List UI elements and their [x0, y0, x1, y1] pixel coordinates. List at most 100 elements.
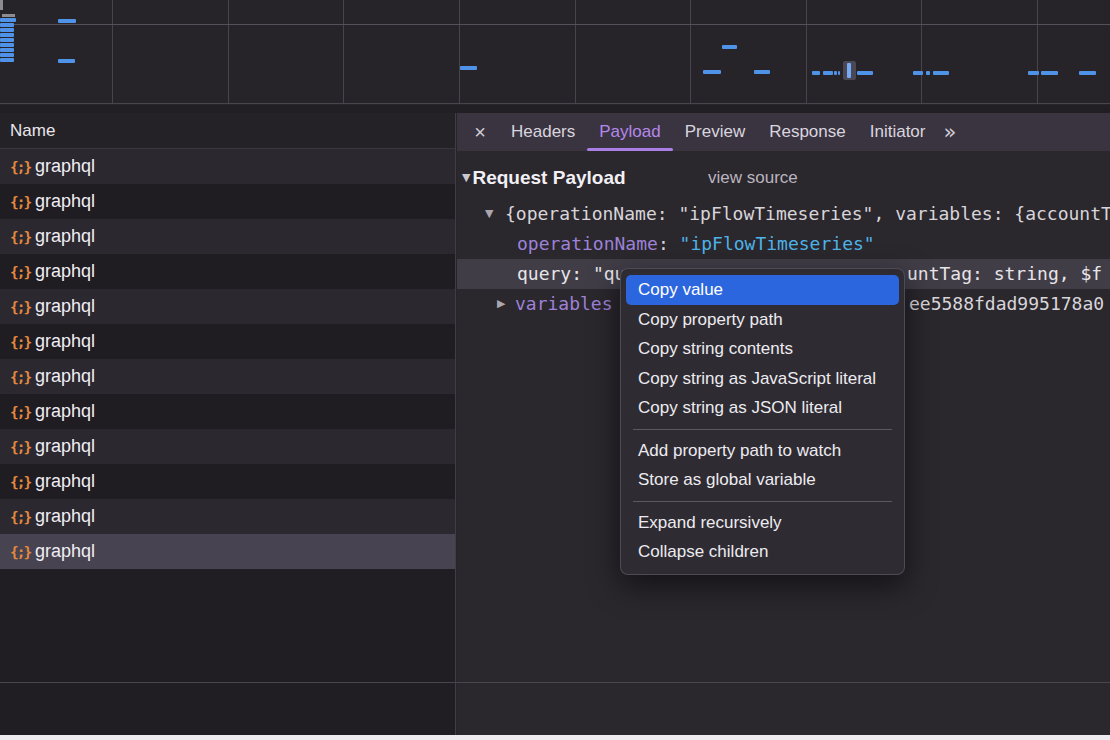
more-tabs-icon[interactable]: »: [943, 120, 956, 144]
request-row[interactable]: {;}graphql: [0, 464, 455, 499]
menu-item[interactable]: Store as global variable: [621, 465, 904, 495]
grid-line: [806, 0, 807, 103]
request-row[interactable]: {;} graphql: [0, 219, 455, 254]
grid-line: [0, 24, 1110, 25]
json-file-icon: {;}: [10, 159, 28, 175]
menu-item[interactable]: Copy value: [626, 275, 899, 305]
request-timing-bar: [58, 19, 76, 23]
request-timing-bar: [0, 18, 16, 22]
json-file-icon: {;}: [10, 439, 28, 455]
json-file-icon: {;}: [10, 369, 28, 385]
menu-item[interactable]: Add property path to watch: [621, 436, 904, 466]
section-collapse-icon[interactable]: ▼: [462, 171, 470, 184]
menu-item[interactable]: Copy string as JSON literal: [621, 393, 904, 423]
name-column-header[interactable]: Name: [0, 113, 455, 149]
tabs: HeadersPayloadPreviewResponseInitiator: [499, 113, 937, 151]
request-timing-bar: [823, 71, 833, 75]
json-file-icon: {;}: [10, 264, 28, 280]
request-name: graphql: [35, 156, 95, 177]
request-timing-bar: [812, 71, 820, 75]
details-tab-bar: × HeadersPayloadPreviewResponseInitiator…: [457, 113, 1110, 151]
request-timing-bar: [0, 28, 14, 32]
request-name: graphql: [35, 226, 95, 247]
json-file-icon: {;}: [10, 299, 28, 315]
request-row[interactable]: {;} graphql: [0, 289, 455, 324]
view-source-link[interactable]: view source: [708, 168, 798, 188]
request-timing-bar: [913, 71, 923, 75]
request-name: graphql: [35, 401, 95, 422]
request-row[interactable]: {;} graphql: [0, 324, 455, 359]
grid-line: [1037, 0, 1038, 103]
tab-preview[interactable]: Preview: [673, 113, 757, 151]
expand-triangle-icon[interactable]: ▶: [497, 289, 505, 319]
request-timing-bar: [0, 48, 14, 52]
tab-initiator[interactable]: Initiator: [858, 113, 938, 151]
request-name: graphql: [35, 506, 95, 527]
request-timing-bar: [460, 66, 477, 70]
request-row[interactable]: {;} graphql: [0, 359, 455, 394]
tab-payload[interactable]: Payload: [587, 113, 672, 151]
request-timing-bar: [0, 38, 14, 42]
request-timing-bar: [0, 0, 3, 10]
request-timing-bar: [933, 71, 949, 75]
json-file-icon: {;}: [10, 194, 28, 210]
expand-triangle-icon[interactable]: ▼: [485, 199, 493, 229]
request-name: graphql: [35, 436, 95, 457]
menu-separator: [633, 501, 892, 502]
request-name: graphql: [35, 471, 95, 492]
menu-item[interactable]: Copy property path: [621, 305, 904, 335]
menu-item[interactable]: Expand recursively: [621, 508, 904, 538]
request-row[interactable]: {;} graphql: [0, 149, 455, 184]
json-file-icon: {;}: [10, 544, 28, 560]
request-row[interactable]: {;} graphql: [0, 429, 455, 464]
property-value-right: ee5588fdad995178a0: [909, 289, 1104, 319]
network-overview-timeline[interactable]: [0, 0, 1110, 104]
request-name: graphql: [35, 366, 95, 387]
request-timing-bar: [0, 53, 14, 57]
request-timing-bar: [1079, 71, 1096, 75]
request-row[interactable]: {;} graphql: [0, 254, 455, 289]
request-timing-bar: [838, 71, 840, 75]
context-menu: Copy valueCopy property pathCopy string …: [620, 268, 905, 575]
request-name: graphql: [35, 296, 95, 317]
grid-line: [690, 0, 691, 103]
menu-item[interactable]: Copy string contents: [621, 334, 904, 364]
request-name: graphql: [35, 261, 95, 282]
menu-separator: [633, 429, 892, 430]
request-timing-bar: [857, 71, 873, 75]
grid-line: [228, 0, 229, 103]
request-row[interactable]: {;}graphql: [0, 184, 455, 219]
payload-row-operation-name[interactable]: operationName: "ipFlowTimeseries": [457, 229, 1110, 259]
request-row[interactable]: {;} graphql: [0, 499, 455, 534]
json-file-icon: {;}: [10, 229, 28, 245]
request-name: graphql: [35, 331, 95, 352]
json-file-icon: {;}: [10, 509, 28, 525]
request-row[interactable]: {;} graphql: [0, 394, 455, 429]
request-timing-bar: [834, 71, 837, 75]
request-timing-bar: [0, 43, 14, 47]
selected-request-tick: [847, 63, 851, 78]
request-timing-bar: [0, 23, 14, 27]
json-file-icon: {;}: [10, 404, 28, 420]
close-icon[interactable]: ×: [471, 114, 489, 150]
grid-line: [459, 0, 460, 103]
section-title: Request Payload: [472, 167, 625, 189]
request-timing-bar: [0, 58, 14, 62]
payload-root-row[interactable]: ▼ {operationName: "ipFlowTimeseries", va…: [457, 199, 1110, 229]
property-value-right: untTag: string, $f: [907, 259, 1102, 289]
request-timing-bar: [0, 33, 14, 37]
request-row[interactable]: {;}graphql: [0, 534, 455, 569]
request-payload-section-header: ▼ Request Payload view source: [457, 160, 626, 195]
menu-item[interactable]: Collapse children: [621, 537, 904, 567]
request-timing-bar: [1028, 71, 1039, 75]
overview-divider: [0, 105, 1110, 113]
tab-headers[interactable]: Headers: [499, 113, 587, 151]
menu-item[interactable]: Copy string as JavaScript literal: [621, 364, 904, 394]
request-timing-bar: [1041, 71, 1058, 75]
tab-response[interactable]: Response: [757, 113, 858, 151]
request-timing-bar: [58, 59, 75, 63]
property-key: operationName: [517, 233, 658, 254]
json-file-icon: {;}: [10, 334, 28, 350]
request-timing-bar: [754, 70, 770, 74]
grid-line: [921, 0, 922, 103]
